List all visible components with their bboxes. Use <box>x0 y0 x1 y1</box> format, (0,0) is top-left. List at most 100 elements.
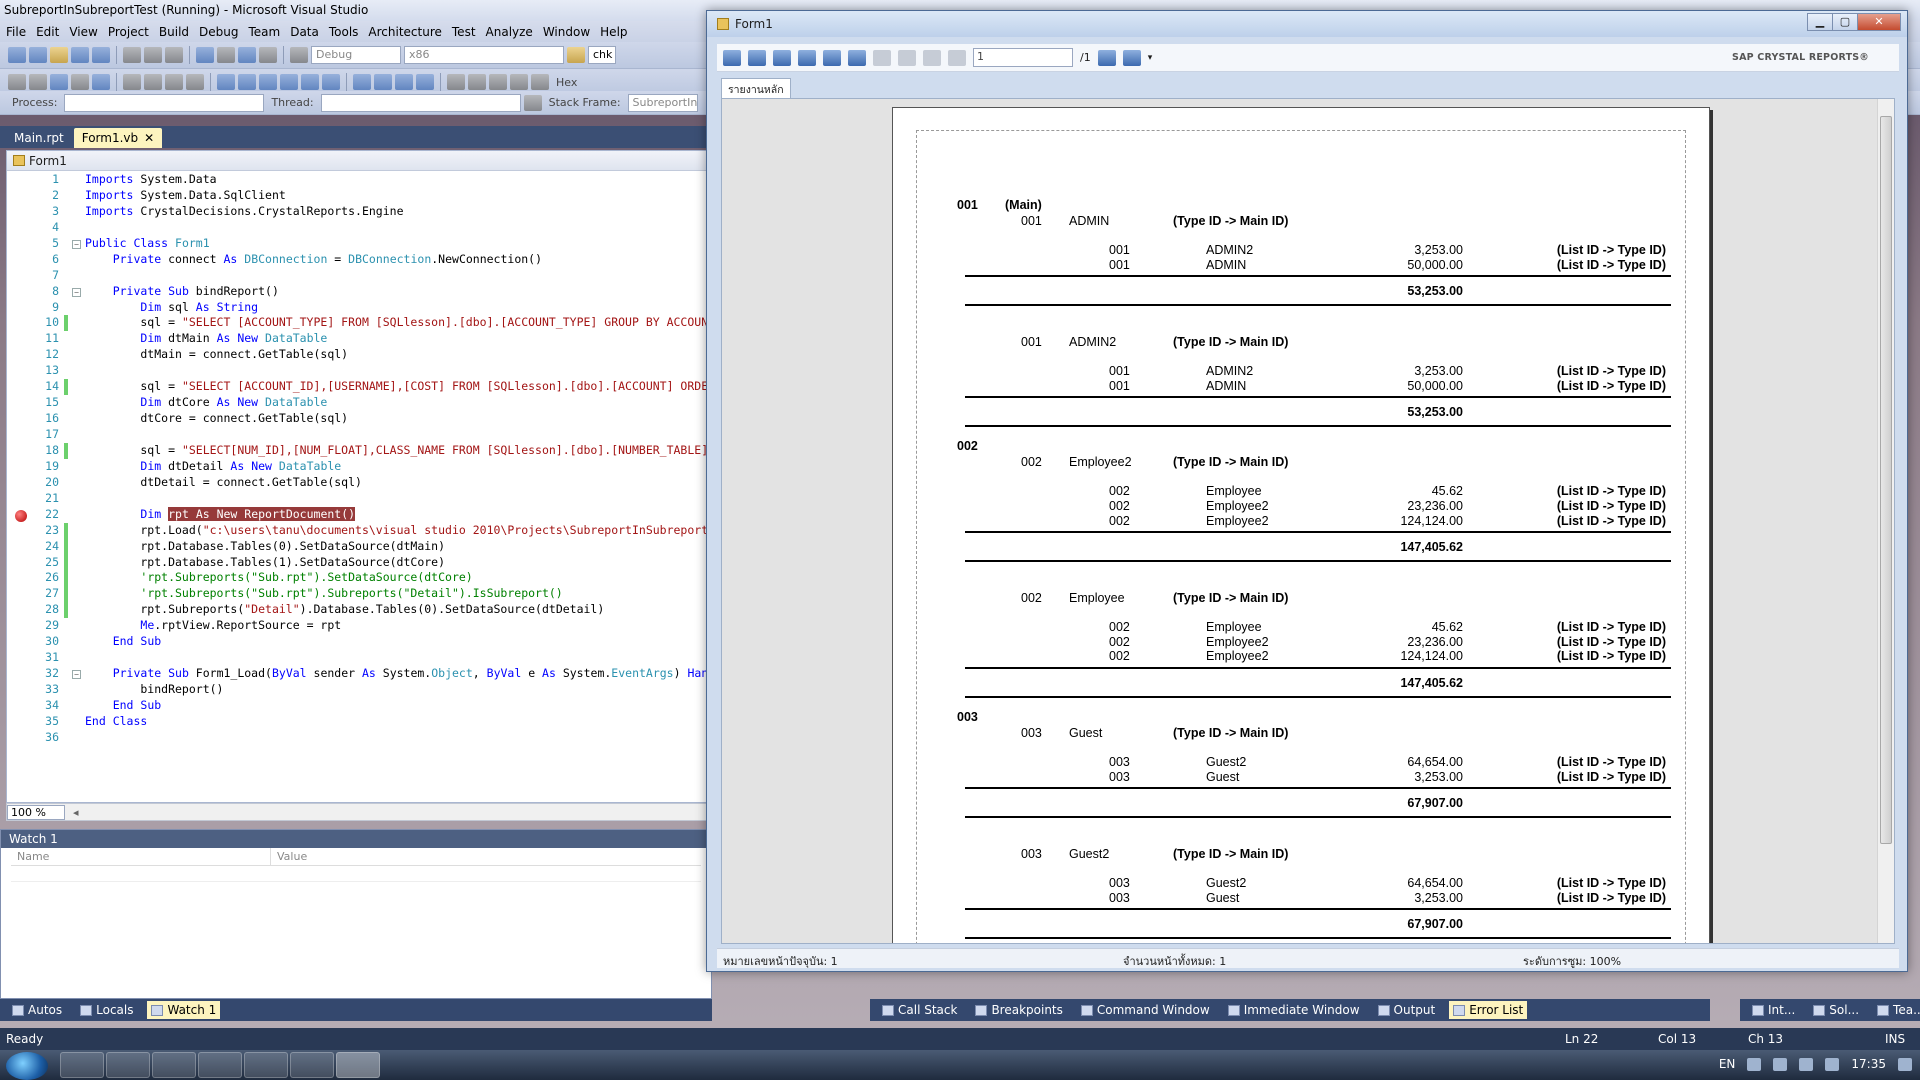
code-line[interactable]: 13 <box>7 363 711 379</box>
menu-window[interactable]: Window <box>541 25 598 39</box>
tool-tab-immediate-window[interactable]: Immediate Window <box>1224 1001 1364 1019</box>
collapse-icon[interactable]: − <box>72 670 81 680</box>
toolbar-icon[interactable] <box>322 74 340 90</box>
toggle-flag-icon[interactable] <box>523 94 542 111</box>
tool-tab-command-window[interactable]: Command Window <box>1077 1001 1214 1019</box>
report-preview-area[interactable]: 001 (Main) 001 ADMIN (Type ID -> Main ID) 001… <box>721 98 1895 944</box>
open-folder-icon[interactable] <box>50 47 68 63</box>
maximize-button[interactable]: ▢ <box>1832 13 1858 31</box>
menu-test[interactable]: Test <box>450 25 484 39</box>
navigate-backward-icon[interactable] <box>238 47 256 63</box>
next-page-icon[interactable] <box>923 49 941 66</box>
taskbar-app-button[interactable] <box>198 1052 242 1078</box>
code-line[interactable]: 8 − Private Sub bindReport() <box>7 284 711 300</box>
zoom-dropdown-icon[interactable]: ▾ <box>1148 53 1153 63</box>
restart-icon[interactable] <box>416 74 434 90</box>
menu-debug[interactable]: Debug <box>197 25 246 39</box>
code-line[interactable]: 24 rpt.Database.Tables(0).SetDataSource(… <box>7 538 711 555</box>
code-line[interactable]: 21 <box>7 491 711 507</box>
paste-icon[interactable] <box>165 47 183 63</box>
taskbar-visual-studio-button[interactable] <box>244 1052 288 1078</box>
close-button[interactable]: ✕ <box>1857 13 1901 31</box>
first-page-icon[interactable] <box>873 49 891 66</box>
outdent-icon[interactable] <box>144 74 162 90</box>
solution-config-combo[interactable]: Debug <box>311 46 401 64</box>
previous-page-icon[interactable] <box>898 49 916 66</box>
main-report-tab[interactable]: รายงานหลัก <box>721 78 791 98</box>
tool-tab-locals[interactable]: Locals <box>76 1001 137 1019</box>
save-all-icon[interactable] <box>92 47 110 63</box>
breakpoint-icon[interactable] <box>15 509 27 522</box>
code-line[interactable]: 20 dtDetail = connect.GetTable(sql) <box>7 475 711 491</box>
bookmark-next-icon[interactable] <box>259 74 277 90</box>
step-out-icon[interactable] <box>510 74 528 90</box>
copy-icon[interactable] <box>798 49 816 66</box>
tool-tab-autos[interactable]: Autos <box>8 1001 66 1019</box>
vertical-scrollbar[interactable] <box>1877 99 1894 943</box>
bookmark-icon[interactable] <box>217 74 235 90</box>
step-into-icon[interactable] <box>468 74 486 90</box>
menu-build[interactable]: Build <box>157 25 197 39</box>
add-item-icon[interactable] <box>29 47 47 63</box>
code-line[interactable]: 2 Imports System.Data.SqlClient <box>7 188 711 204</box>
page-number-input[interactable]: 1 <box>973 48 1073 67</box>
menu-edit[interactable]: Edit <box>34 25 67 39</box>
code-line[interactable]: 14 sql = "SELECT [ACCOUNT_ID],[USERNAME]… <box>7 379 711 396</box>
code-line[interactable]: 22 Dim rpt As New ReportDocument() <box>7 506 711 523</box>
find-text-icon[interactable] <box>1097 49 1116 66</box>
code-line[interactable]: 9 Dim sql As String <box>7 300 711 316</box>
tool-tab-sol[interactable]: Sol... <box>1809 1001 1863 1019</box>
tool-tab-output[interactable]: Output <box>1374 1001 1440 1019</box>
code-line[interactable]: 7 <box>7 268 711 284</box>
thread-combo[interactable] <box>320 93 521 112</box>
clock[interactable]: 17:35 <box>1851 1057 1886 1071</box>
quick-watch-icon[interactable] <box>531 74 549 90</box>
menu-analyze[interactable]: Analyze <box>484 25 541 39</box>
tray-network-icon[interactable] <box>1799 1057 1814 1071</box>
indent-icon[interactable] <box>123 74 141 90</box>
menu-file[interactable]: File <box>4 25 34 39</box>
code-line[interactable]: 33 bindReport() <box>7 682 711 698</box>
save-icon[interactable] <box>71 47 89 63</box>
code-line[interactable]: 6 Private connect As DBConnection = DBCo… <box>7 252 711 268</box>
code-line[interactable]: 17 <box>7 427 711 443</box>
taskbar-app-button[interactable] <box>290 1052 334 1078</box>
stack-frame-combo[interactable]: SubreportIn <box>627 93 698 112</box>
code-line[interactable]: 18 sql = "SELECT[NUM_ID],[NUM_FLOAT],CLA… <box>7 442 711 459</box>
tool-tab-watch-1[interactable]: Watch 1 <box>147 1001 221 1019</box>
tool-tab-int[interactable]: Int... <box>1748 1001 1799 1019</box>
show-desktop-icon[interactable] <box>1898 1057 1912 1071</box>
code-line[interactable]: 3 Imports CrystalDecisions.CrystalReports… <box>7 204 711 220</box>
language-indicator[interactable]: EN <box>1719 1057 1736 1071</box>
group-tree-icon[interactable] <box>848 49 866 66</box>
tool-tab-tea[interactable]: Tea... <box>1873 1001 1920 1019</box>
watch-col-name[interactable]: Name <box>11 848 271 865</box>
process-combo[interactable] <box>64 93 265 112</box>
find-combo[interactable]: chk <box>588 46 616 64</box>
code-line[interactable]: 32 − Private Sub Form1_Load(ByVal sender … <box>7 666 711 682</box>
tool-tab-breakpoints[interactable]: Breakpoints <box>971 1001 1066 1019</box>
code-line[interactable]: 16 dtCore = connect.GetTable(sql) <box>7 411 711 427</box>
code-line[interactable]: 28 rpt.Subreports("Detail").Database.Tab… <box>7 602 711 619</box>
collapse-icon[interactable]: − <box>72 287 81 297</box>
class-dropdown[interactable]: Form1 <box>7 151 711 171</box>
comment-icon[interactable] <box>165 74 183 90</box>
find-in-files-icon[interactable] <box>567 47 585 63</box>
code-line[interactable]: 10 sql = "SELECT [ACCOUNT_TYPE] FROM [SQ… <box>7 315 711 332</box>
toolbar-icon[interactable] <box>29 74 47 90</box>
menu-team[interactable]: Team <box>246 25 288 39</box>
code-line[interactable]: 23 rpt.Load("c:\users\tanu\documents\vis… <box>7 522 711 539</box>
code-line[interactable]: 12 dtMain = connect.GetTable(sql) <box>7 347 711 363</box>
undo-icon[interactable] <box>196 47 214 63</box>
uncomment-icon[interactable] <box>186 74 204 90</box>
code-line[interactable]: 30 End Sub <box>7 634 711 650</box>
zoom-icon[interactable] <box>1122 49 1141 66</box>
tool-tab-error-list[interactable]: Error List <box>1449 1001 1528 1019</box>
taskbar-form1-button[interactable] <box>336 1052 380 1078</box>
code-line[interactable]: 19 Dim dtDetail As New DataTable <box>7 459 711 475</box>
menu-view[interactable]: View <box>67 25 105 39</box>
tab-form1-vb[interactable]: Form1.vb ✕ <box>73 128 163 148</box>
scrollbar-thumb[interactable] <box>1880 116 1892 844</box>
start-button[interactable] <box>6 1052 48 1080</box>
watch-col-value[interactable]: Value <box>271 848 313 865</box>
